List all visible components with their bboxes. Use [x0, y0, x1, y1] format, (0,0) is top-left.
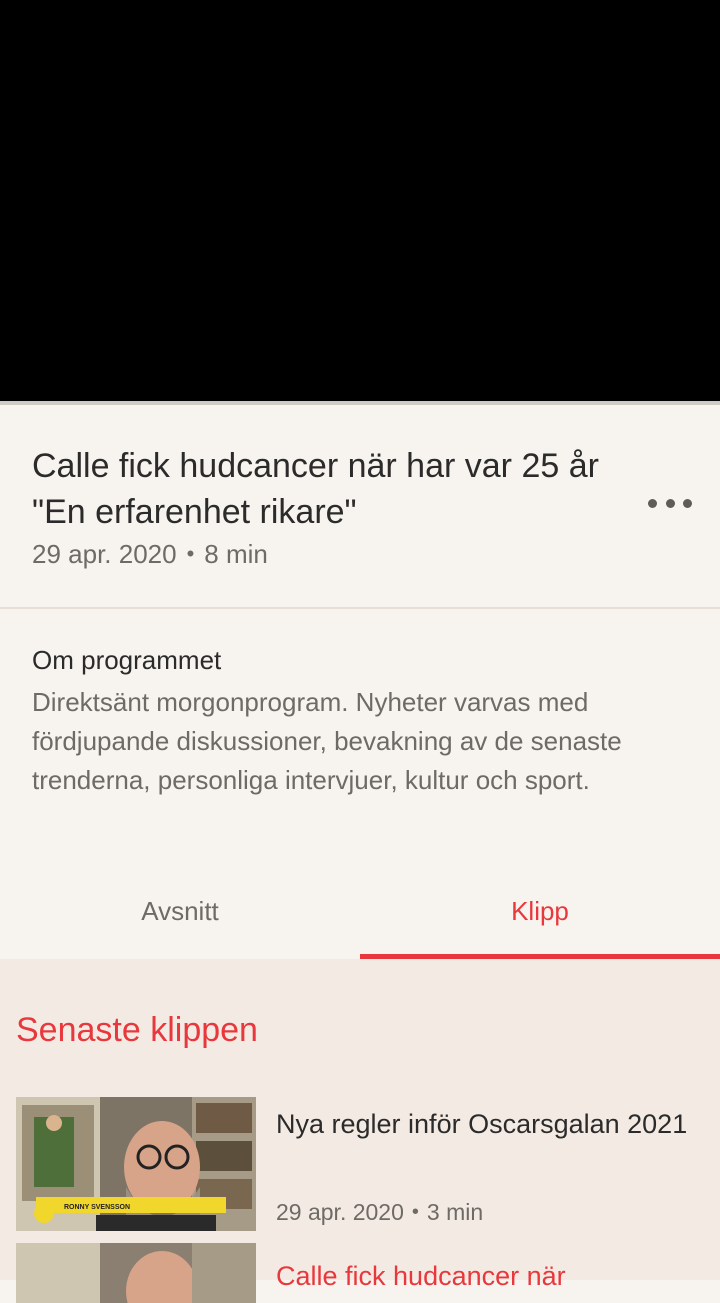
meta-separator: • [186, 541, 195, 566]
episode-date: 29 apr. 2020 [32, 539, 177, 569]
episode-meta: 29 apr. 2020 • 8 min [32, 539, 268, 570]
lower-third-text: RONNY SVENSSON [64, 1204, 130, 1211]
clips-content: Senaste klippen RONNY SVENSSON Nya regle… [0, 959, 720, 1303]
episode-duration: 8 min [204, 539, 268, 569]
about-description: Direktsänt morgonprogram. Nyheter varvas… [32, 687, 622, 795]
clip-list-item[interactable]: Calle fick hudcancer när [0, 1243, 720, 1303]
clip-date: 29 apr. 2020 [276, 1199, 404, 1225]
tab-label: Avsnitt [141, 895, 219, 926]
episode-header: Calle fick hudcancer när har var 25 år "… [0, 405, 720, 609]
tab-avsnitt[interactable]: Avsnitt [0, 863, 360, 959]
about-heading: Om programmet [32, 645, 222, 675]
clip-title: Nya regler inför Oscarsgalan 2021 [276, 1109, 688, 1139]
section-title: Senaste klippen [16, 1011, 258, 1049]
tab-klipp[interactable]: Klipp [360, 863, 720, 959]
video-player[interactable] [0, 0, 720, 401]
meta-separator: • [411, 1201, 419, 1223]
clip-title: Calle fick hudcancer när [276, 1261, 566, 1291]
about-section: Om programmet Direktsänt morgonprogram. … [0, 609, 720, 863]
tab-bar: Avsnitt Klipp [0, 863, 720, 959]
clip-meta: 29 apr. 2020 • 3 min [276, 1199, 483, 1226]
clip-list-item[interactable]: RONNY SVENSSON Nya regler inför Oscarsga… [0, 1097, 720, 1233]
clip-thumbnail: RONNY SVENSSON [16, 1097, 256, 1231]
clip-thumbnail [16, 1243, 256, 1303]
tab-label: Klipp [511, 895, 569, 926]
clip-duration: 3 min [426, 1199, 484, 1225]
more-options-icon[interactable] [648, 485, 692, 521]
episode-title: Calle fick hudcancer när har var 25 år "… [32, 447, 599, 531]
